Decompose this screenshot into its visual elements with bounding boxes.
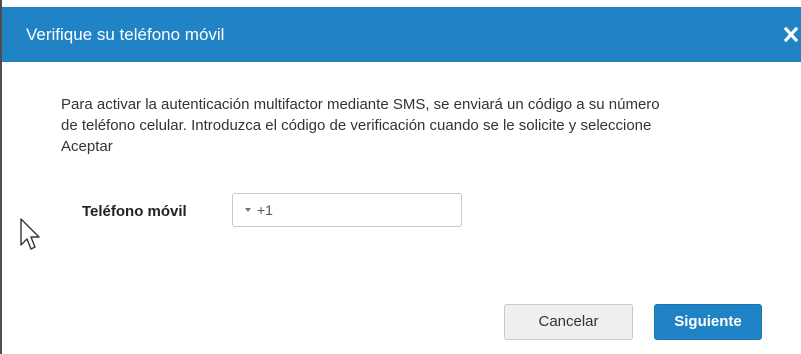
dialog-header: Verifique su teléfono móvil <box>2 7 801 62</box>
mobile-phone-label: Teléfono móvil <box>82 203 187 220</box>
caret-down-icon[interactable] <box>243 205 253 215</box>
cancel-button[interactable]: Cancelar <box>504 304 633 340</box>
dialog-title: Verifique su teléfono móvil <box>26 25 225 44</box>
instructions-text: Para activar la autenticación multifacto… <box>61 94 801 157</box>
instructions-line-2: de teléfono celular. Introduzca el códig… <box>61 117 652 134</box>
verify-phone-dialog: Verifique su teléfono móvil Para activar… <box>2 7 801 354</box>
mouse-pointer-icon <box>20 218 40 250</box>
screen: Verifique su teléfono móvil Para activar… <box>0 0 801 354</box>
next-button[interactable]: Siguiente <box>654 304 762 340</box>
close-button[interactable] <box>781 23 801 47</box>
mobile-phone-input[interactable]: +1 <box>232 193 462 227</box>
instructions-line-1: Para activar la autenticación multifacto… <box>61 96 660 113</box>
instructions-line-3: Aceptar <box>61 138 113 155</box>
country-code: +1 <box>257 202 273 218</box>
close-icon <box>783 26 799 43</box>
